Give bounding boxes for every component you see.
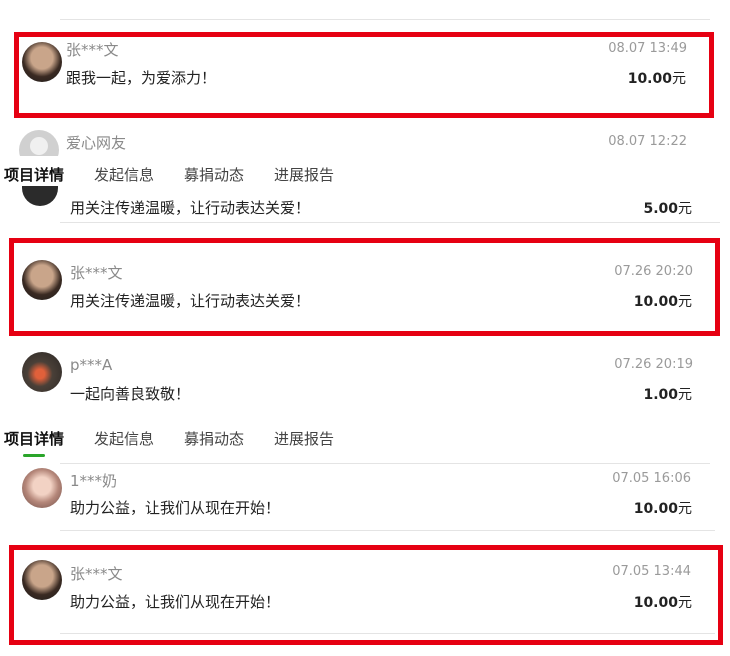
- donor-name: 张***文: [70, 264, 123, 282]
- currency-unit: 元: [678, 501, 692, 517]
- tab-bar: 项目详情 发起信息 募捐动态 进展报告: [0, 156, 730, 192]
- donation-amount: 5.00元: [643, 198, 692, 218]
- donation-amount: 10.00元: [634, 291, 692, 311]
- donation-amount: 10.00元: [628, 68, 686, 88]
- amount-value: 10.00: [633, 595, 678, 611]
- avatar[interactable]: [22, 468, 62, 508]
- donor-name: 爱心网友: [66, 134, 127, 152]
- tab-bar: 项目详情 发起信息 募捐动态 进展报告: [0, 420, 730, 457]
- tab-donation-updates[interactable]: 募捐动态: [184, 428, 244, 449]
- currency-unit: 元: [678, 387, 692, 403]
- amount-value: 10.00: [633, 294, 678, 310]
- donation-message: 跟我一起，为爱添力！: [66, 69, 217, 87]
- highlight-box: [9, 238, 720, 336]
- donation-time: 07.05 13:44: [612, 564, 691, 579]
- tab-progress-report[interactable]: 进展报告: [274, 428, 334, 449]
- tab-initiator-info[interactable]: 发起信息: [94, 164, 154, 185]
- avatar[interactable]: [22, 560, 62, 600]
- divider: [60, 463, 710, 464]
- divider: [60, 633, 715, 634]
- currency-unit: 元: [678, 294, 692, 310]
- donor-name: 张***文: [70, 565, 123, 583]
- avatar[interactable]: [22, 352, 62, 392]
- donation-message: 用关注传递温暖，让行动表达关爱！: [70, 199, 311, 217]
- tab-initiator-info[interactable]: 发起信息: [94, 428, 154, 449]
- donation-amount: 1.00元: [643, 384, 692, 404]
- donation-message: 助力公益，让我们从现在开始！: [70, 499, 281, 517]
- amount-value: 10.00: [633, 501, 678, 517]
- avatar[interactable]: [22, 42, 62, 82]
- divider: [60, 530, 715, 531]
- donation-amount: 10.00元: [634, 592, 692, 612]
- active-tab-indicator: [23, 454, 45, 457]
- amount-value: 1.00: [643, 387, 678, 403]
- donation-amount: 10.00元: [634, 498, 692, 518]
- donation-message: 用关注传递温暖，让行动表达关爱！: [70, 292, 311, 310]
- donation-time: 07.26 20:20: [614, 264, 693, 279]
- donation-time: 08.07 13:49: [608, 41, 687, 56]
- donation-message: 一起向善良致敬！: [70, 385, 191, 403]
- tab-donation-updates[interactable]: 募捐动态: [184, 164, 244, 185]
- amount-value: 5.00: [643, 201, 678, 217]
- donor-name: 张***文: [66, 41, 119, 59]
- currency-unit: 元: [678, 595, 692, 611]
- avatar[interactable]: [22, 260, 62, 300]
- tab-project-details[interactable]: 项目详情: [4, 164, 64, 185]
- donor-name: p***A: [70, 356, 113, 374]
- divider: [60, 19, 710, 20]
- donation-time: 07.26 20:19: [614, 357, 693, 372]
- amount-value: 10.00: [627, 71, 672, 87]
- avatar-head-shape: [30, 137, 48, 155]
- divider: [60, 222, 720, 223]
- tab-project-details[interactable]: 项目详情: [4, 428, 64, 449]
- currency-unit: 元: [678, 201, 692, 217]
- donor-name: 1***奶: [70, 472, 118, 490]
- donation-time: 07.05 16:06: [612, 471, 691, 486]
- avatar-partial[interactable]: [22, 186, 58, 206]
- donation-time: 08.07 12:22: [608, 134, 687, 149]
- currency-unit: 元: [672, 71, 686, 87]
- tab-progress-report[interactable]: 进展报告: [274, 164, 334, 185]
- donation-message: 助力公益，让我们从现在开始！: [70, 593, 281, 611]
